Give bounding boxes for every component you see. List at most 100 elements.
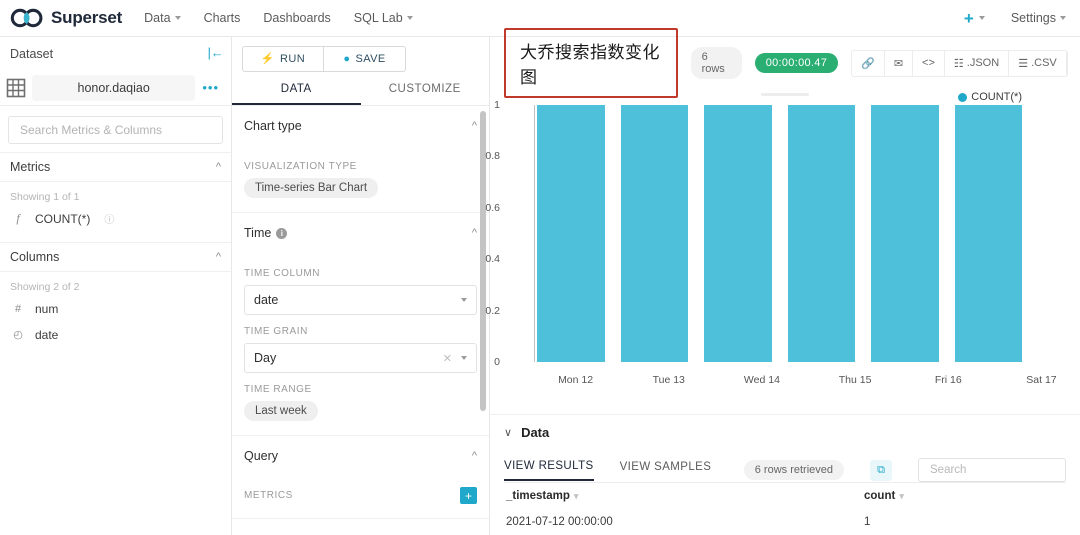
sort-icon[interactable]: ▾	[899, 491, 904, 501]
bar-column[interactable]	[871, 105, 939, 362]
chevron-down-icon	[978, 16, 985, 20]
search-input[interactable]	[18, 122, 213, 138]
query-section-title: Query	[244, 449, 279, 463]
data-panel-header[interactable]: ∨ Data	[504, 415, 1066, 449]
chart-actions-toolbar: 🔗 ✉ <> ☷ .JSON ☰ .CSV	[851, 49, 1068, 77]
embed-code-button[interactable]: <>	[913, 50, 945, 76]
y-axis-line	[534, 105, 535, 362]
dataset-more-icon[interactable]: •••	[195, 81, 223, 94]
bar[interactable]	[537, 105, 605, 362]
time-grain-label: TIME GRAIN	[244, 326, 308, 337]
search-metrics-columns-box[interactable]	[8, 116, 223, 144]
chevron-down-icon	[406, 16, 413, 20]
brand[interactable]: Superset	[10, 8, 122, 28]
nav-item-charts-label: Charts	[203, 11, 241, 25]
nav-item-sql-lab[interactable]: SQL Lab	[354, 11, 413, 25]
duration-badge: 00:00:00.47	[754, 53, 839, 73]
data-panel-tabs: VIEW RESULTS VIEW SAMPLES 6 rows retriev…	[504, 458, 1066, 482]
data-panel: ∨ Data VIEW RESULTS VIEW SAMPLES 6 rows …	[490, 414, 1080, 535]
dataset-name[interactable]: honor.daqiao	[32, 74, 196, 101]
chart-type-body: VISUALIZATION TYPE Time-series Bar Chart	[232, 146, 489, 212]
download-json-button[interactable]: ☷ .JSON	[945, 50, 1010, 76]
column-item-num[interactable]: # num	[0, 298, 231, 319]
run-button[interactable]: ⚡ RUN	[242, 45, 324, 72]
control-panel-tabs: DATA CUSTOMIZE	[232, 74, 489, 106]
y-tick: 0	[494, 356, 500, 368]
time-column-value: date	[254, 293, 279, 307]
time-grain-select[interactable]: Day ✕	[244, 343, 477, 373]
rows-retrieved-badge: 6 rows retrieved	[743, 460, 844, 480]
dataset-name-label: honor.daqiao	[77, 80, 150, 95]
time-column-select[interactable]: date	[244, 285, 477, 315]
envelope-icon: ✉	[893, 57, 904, 70]
metric-item-count[interactable]: f COUNT(*) ⓘ	[0, 208, 231, 229]
query-section-header[interactable]: Query ^	[232, 436, 489, 476]
collapse-panel-icon[interactable]: |←	[205, 46, 221, 61]
query-section-body: METRICS +	[232, 487, 489, 518]
share-link-button[interactable]: 🔗	[852, 50, 885, 76]
bar-column[interactable]	[537, 105, 605, 362]
bar-column[interactable]	[704, 105, 772, 362]
column-item-label: date	[35, 327, 59, 342]
help-icon[interactable]: ⓘ	[104, 211, 114, 226]
tab-view-samples[interactable]: VIEW SAMPLES	[620, 461, 712, 480]
y-tick: 0.8	[485, 150, 500, 163]
x-tick-label: Thu 15	[838, 374, 872, 386]
code-icon: <>	[922, 57, 935, 69]
tab-data[interactable]: DATA	[232, 74, 361, 105]
chart-title-highlight: 大乔搜索指数变化图	[504, 28, 678, 98]
chevron-down-icon: ∨	[504, 426, 513, 439]
bar[interactable]	[954, 105, 1022, 362]
nav-item-charts[interactable]: Charts	[204, 11, 241, 25]
add-metric-button[interactable]: +	[460, 487, 477, 504]
chart-type-section-header[interactable]: Chart type ^	[232, 106, 489, 146]
time-section-header[interactable]: Time i ^	[232, 213, 489, 253]
panel-resize-handle[interactable]	[761, 93, 809, 96]
save-button[interactable]: ● SAVE	[324, 45, 406, 72]
info-icon[interactable]: i	[276, 227, 288, 239]
nav-item-settings[interactable]: Settings	[1011, 11, 1066, 25]
bar[interactable]	[787, 105, 855, 362]
x-tick-label: Fri 16	[934, 374, 962, 386]
tab-customize[interactable]: CUSTOMIZE	[361, 74, 490, 105]
column-item-date[interactable]: ◴ date	[0, 324, 231, 345]
more-menu-button[interactable]: ≡	[1067, 51, 1068, 76]
columns-section-header[interactable]: Columns ^	[0, 242, 231, 272]
results-table: _timestamp ▾ count ▾ 2021-07-12 00:00:00…	[504, 482, 1066, 535]
clear-icon[interactable]: ✕	[443, 352, 452, 365]
new-item-button[interactable]: +	[964, 10, 985, 27]
column-header-timestamp[interactable]: _timestamp ▾	[504, 490, 864, 502]
time-range-value[interactable]: Last week	[244, 401, 318, 421]
x-axis-labels: Mon 12 Tue 13 Wed 14 Thu 15 Fri 16 Sat 17	[537, 374, 1080, 386]
nav-item-data[interactable]: Data	[144, 11, 181, 25]
copy-button[interactable]: ⧉	[870, 459, 892, 481]
chart-legend[interactable]: COUNT(*)	[958, 91, 1022, 103]
y-tick: 0.4	[485, 253, 500, 266]
bar-column[interactable]	[954, 105, 1022, 362]
nav-item-dashboards[interactable]: Dashboards	[263, 11, 330, 25]
sort-icon[interactable]: ▾	[574, 491, 579, 501]
metrics-control-label: METRICS	[244, 490, 293, 501]
control-panel-actions: ⚡ RUN ● SAVE	[232, 37, 489, 74]
data-search-input[interactable]	[928, 463, 1056, 477]
data-search-box[interactable]	[918, 458, 1066, 482]
bar[interactable]	[871, 105, 939, 362]
query-section: Query ^ METRICS +	[232, 436, 489, 519]
bar[interactable]	[620, 105, 688, 362]
table-row[interactable]: 2021-07-12 00:00:00 1	[504, 509, 1066, 535]
column-header-count[interactable]: count ▾	[864, 490, 984, 502]
bar[interactable]	[704, 105, 772, 362]
visualization-type-value[interactable]: Time-series Bar Chart	[244, 178, 379, 198]
visualization-type-label: VISUALIZATION TYPE	[244, 161, 357, 172]
bar-series	[537, 105, 1022, 362]
page-title[interactable]: 大乔搜索指数变化图	[520, 43, 660, 87]
chevron-up-icon: ^	[471, 227, 477, 239]
download-csv-button[interactable]: ☰ .CSV	[1009, 50, 1067, 76]
dataset-panel: Dataset |← honor.daqiao ••• Metrics ^	[0, 37, 232, 535]
email-button[interactable]: ✉	[885, 50, 914, 76]
metrics-section-header[interactable]: Metrics ^	[0, 152, 231, 182]
bar-column[interactable]	[787, 105, 855, 362]
bar-column[interactable]	[620, 105, 688, 362]
rows-badge: 6 rows	[690, 47, 742, 79]
tab-view-results[interactable]: VIEW RESULTS	[504, 460, 594, 481]
